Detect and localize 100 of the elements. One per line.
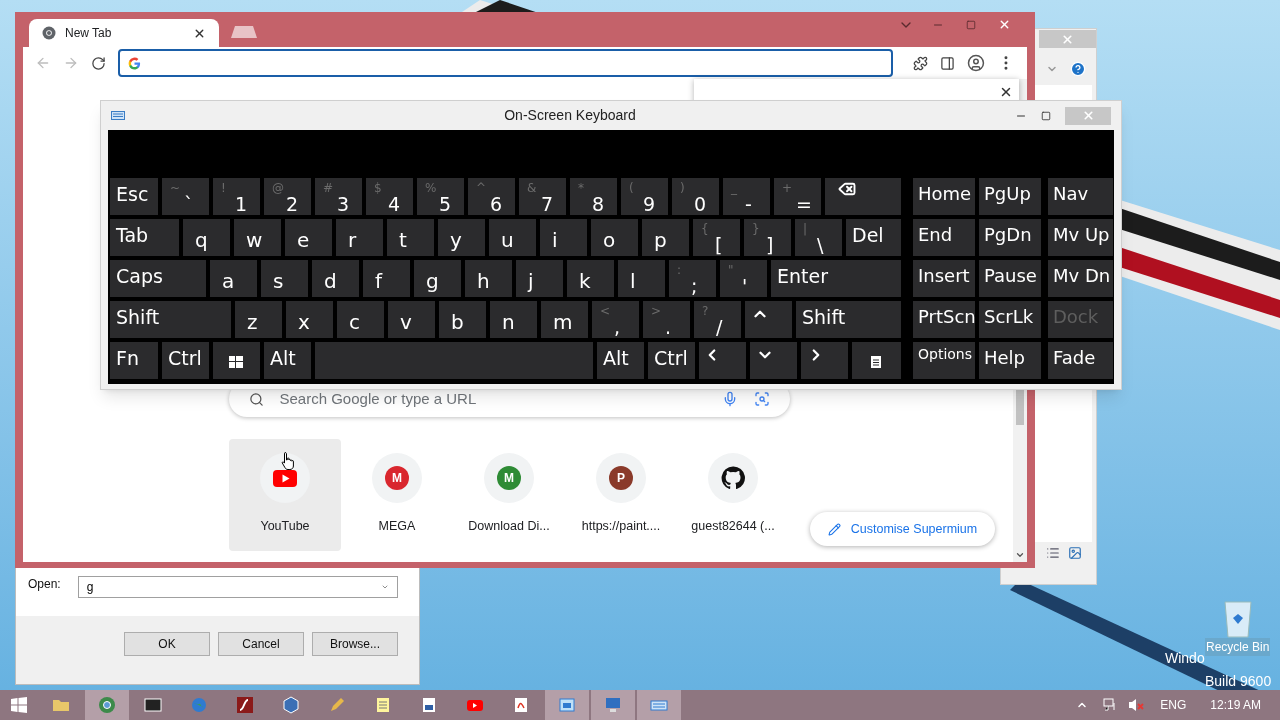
- key[interactable]: n: [490, 301, 537, 338]
- key[interactable]: g: [414, 260, 461, 297]
- key[interactable]: Del: [846, 219, 901, 256]
- key[interactable]: ^ 6: [468, 178, 515, 215]
- key[interactable]: [825, 178, 901, 215]
- key[interactable]: $ 4: [366, 178, 413, 215]
- close-button[interactable]: [999, 85, 1013, 99]
- key[interactable]: e: [285, 219, 332, 256]
- key[interactable]: ScrLk: [979, 301, 1041, 338]
- key[interactable]: PrtScn: [913, 301, 975, 338]
- image-search-button[interactable]: [753, 391, 770, 407]
- key[interactable]: f: [363, 260, 410, 297]
- key[interactable]: [213, 342, 260, 379]
- new-tab-button[interactable]: [229, 25, 259, 39]
- side-panel-button[interactable]: [940, 55, 956, 71]
- key[interactable]: } ]: [744, 219, 791, 256]
- key[interactable]: ? /: [694, 301, 741, 338]
- key[interactable]: % 5: [417, 178, 464, 215]
- key[interactable]: * 8: [570, 178, 617, 215]
- key[interactable]: Alt: [597, 342, 644, 379]
- address-bar[interactable]: [117, 49, 894, 77]
- key[interactable]: Mv Up: [1048, 219, 1113, 256]
- key[interactable]: Alt: [264, 342, 311, 379]
- key[interactable]: q: [183, 219, 230, 256]
- key[interactable]: y: [438, 219, 485, 256]
- key[interactable]: : ;: [669, 260, 716, 297]
- maximize-button[interactable]: [966, 20, 976, 30]
- key[interactable]: ! 1: [213, 178, 260, 215]
- help-button[interactable]: [1070, 61, 1086, 77]
- key[interactable]: Shift: [110, 301, 231, 338]
- key[interactable]: ~ `: [162, 178, 209, 215]
- shortcut-tile[interactable]: YouTube: [229, 439, 341, 551]
- language-indicator[interactable]: ENG: [1160, 696, 1187, 714]
- key[interactable]: PgDn: [979, 219, 1041, 256]
- key[interactable]: k: [567, 260, 614, 297]
- key[interactable]: Home: [913, 178, 975, 215]
- key[interactable]: ) 0: [672, 178, 719, 215]
- key[interactable]: # 3: [315, 178, 362, 215]
- key[interactable]: PgUp: [979, 178, 1041, 215]
- key[interactable]: Insert: [913, 260, 975, 297]
- key[interactable]: u: [489, 219, 536, 256]
- key[interactable]: @ 2: [264, 178, 311, 215]
- key[interactable]: z: [235, 301, 282, 338]
- key[interactable]: < ,: [592, 301, 639, 338]
- key[interactable]: o: [591, 219, 638, 256]
- key[interactable]: Help: [979, 342, 1041, 379]
- key[interactable]: h: [465, 260, 512, 297]
- key[interactable]: t: [387, 219, 434, 256]
- key[interactable]: c: [337, 301, 384, 338]
- key[interactable]: Tab: [110, 219, 179, 256]
- preview-view-button[interactable]: [1068, 546, 1082, 560]
- key[interactable]: Ctrl: [648, 342, 695, 379]
- key[interactable]: Pause: [979, 260, 1041, 297]
- reload-button[interactable]: [90, 55, 106, 71]
- key[interactable]: { [: [693, 219, 740, 256]
- clock[interactable]: 12:19 AM: [1210, 696, 1261, 714]
- key[interactable]: [852, 342, 901, 379]
- key[interactable]: s: [261, 260, 308, 297]
- key[interactable]: a: [210, 260, 257, 297]
- key[interactable]: b: [439, 301, 486, 338]
- key[interactable]: Enter: [771, 260, 901, 297]
- dialog-button[interactable]: OK: [124, 632, 210, 656]
- customise-button[interactable]: Customise Supermium: [810, 512, 995, 546]
- muted-speaker-icon[interactable]: [1128, 697, 1145, 713]
- key[interactable]: ( 9: [621, 178, 668, 215]
- key[interactable]: Esc: [110, 178, 158, 215]
- key[interactable]: Nav: [1048, 178, 1113, 215]
- key[interactable]: Shift: [796, 301, 901, 338]
- extensions-button[interactable]: [913, 55, 929, 71]
- maximize-button[interactable]: [1041, 110, 1051, 121]
- key[interactable]: " ': [720, 260, 767, 297]
- key[interactable]: End: [913, 219, 975, 256]
- key[interactable]: _ -: [723, 178, 770, 215]
- browser-tab[interactable]: New Tab: [29, 19, 219, 47]
- key[interactable]: d: [312, 260, 359, 297]
- key[interactable]: l: [618, 260, 665, 297]
- profile-button[interactable]: [967, 54, 986, 72]
- key[interactable]: p: [642, 219, 689, 256]
- key[interactable]: + =: [774, 178, 821, 215]
- scroll-down-button[interactable]: [1015, 550, 1025, 560]
- key[interactable]: Ctrl: [162, 342, 209, 379]
- open-field[interactable]: g: [77, 576, 398, 598]
- key[interactable]: r: [336, 219, 383, 256]
- key[interactable]: j: [516, 260, 563, 297]
- key[interactable]: Options: [913, 342, 975, 379]
- key[interactable]: Fn: [110, 342, 158, 379]
- start-button[interactable]: [11, 697, 27, 713]
- key[interactable]: i: [540, 219, 587, 256]
- key[interactable]: | \: [795, 219, 842, 256]
- key[interactable]: Mv Dn: [1048, 260, 1113, 297]
- key[interactable]: x: [286, 301, 333, 338]
- key[interactable]: > .: [643, 301, 690, 338]
- key[interactable]: w: [234, 219, 281, 256]
- dialog-button[interactable]: Cancel: [218, 632, 304, 656]
- key[interactable]: m: [541, 301, 588, 338]
- dialog-button[interactable]: Browse...: [312, 632, 398, 656]
- key[interactable]: Fade: [1048, 342, 1113, 379]
- key[interactable]: & 7: [519, 178, 566, 215]
- key[interactable]: Caps: [110, 260, 206, 297]
- key[interactable]: v: [388, 301, 435, 338]
